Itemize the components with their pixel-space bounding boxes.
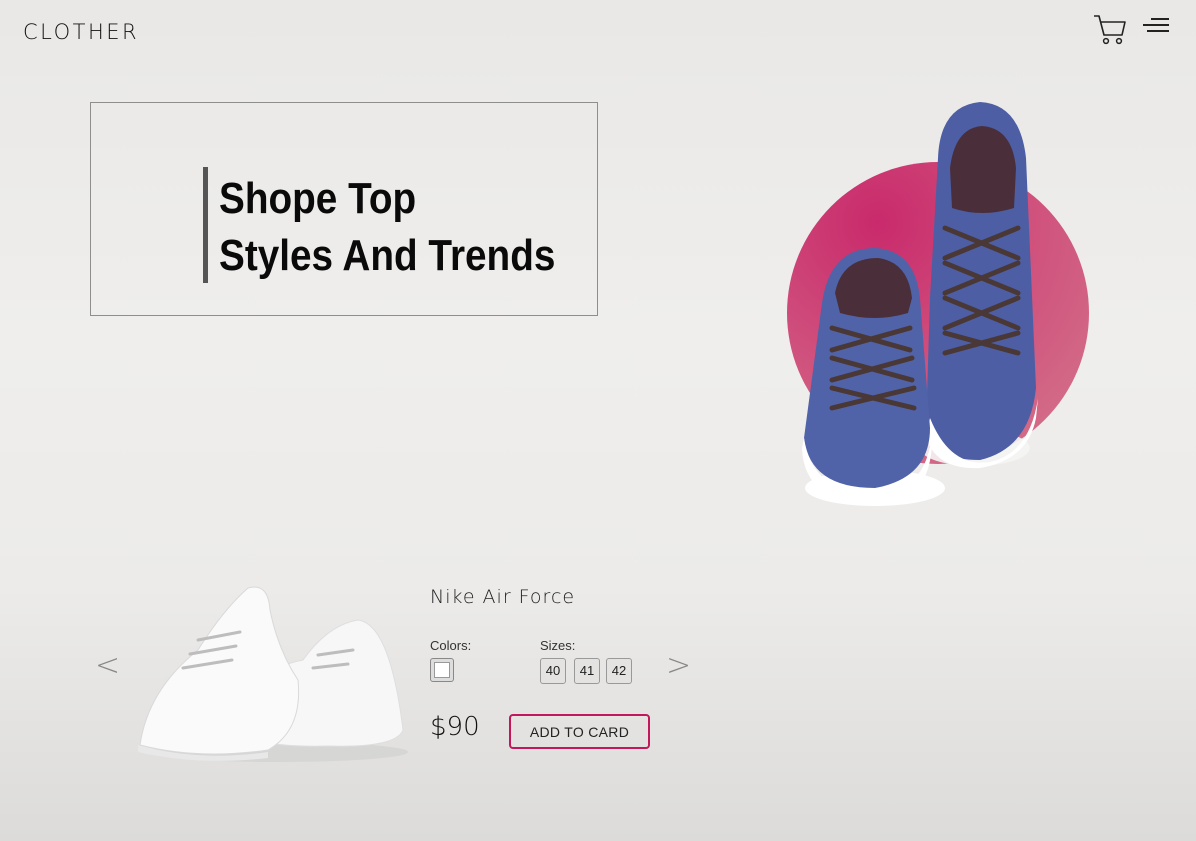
size-option-40[interactable]: 40 [540, 658, 566, 684]
prev-arrow[interactable]: < [95, 648, 120, 683]
size-option-41[interactable]: 41 [574, 658, 600, 684]
hero-title: Shope Top Styles And Trends [219, 170, 555, 284]
hero-title-line1: Shope Top [219, 174, 417, 223]
next-arrow[interactable]: > [666, 648, 691, 683]
product-price: $90 [430, 712, 480, 742]
sizes-label: Sizes: [540, 638, 576, 653]
white-sneaker-image [138, 586, 408, 762]
menu-icon[interactable] [1141, 17, 1169, 35]
hero-accent-bar [203, 167, 208, 283]
cart-icon[interactable] [1093, 14, 1127, 46]
size-option-42[interactable]: 42 [606, 658, 632, 684]
add-to-cart-button[interactable]: ADD TO CARD [509, 714, 650, 749]
product-name: Nike Air Force [430, 586, 576, 608]
hero-title-line2: Styles And Trends [219, 231, 556, 280]
color-swatch-white[interactable] [430, 658, 454, 682]
blue-sneakers-image [802, 102, 1038, 506]
colors-label: Colors: [430, 638, 472, 653]
brand-logo[interactable]: CLOTHER [23, 20, 139, 44]
